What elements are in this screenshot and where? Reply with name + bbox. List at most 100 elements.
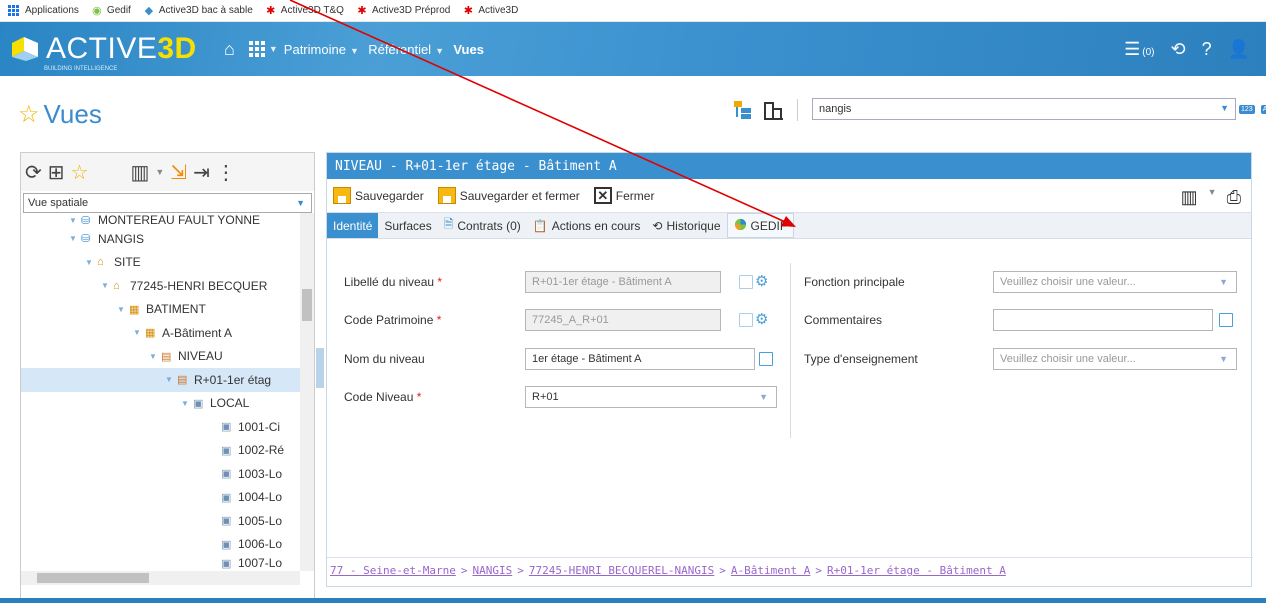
tree-node[interactable]: ▼ ▤ R+01-1er étag	[21, 368, 301, 392]
expand-toggle-icon[interactable]: ▼	[117, 305, 129, 314]
logo[interactable]: ACTIVE3D BUILDING INTELLIGENCE	[0, 32, 220, 72]
help-icon[interactable]: ?	[1202, 39, 1212, 60]
user-icon[interactable]: 👤	[1228, 39, 1250, 60]
chevron-down-icon[interactable]: ▼	[435, 46, 444, 56]
tree-node[interactable]: ▼ ⛁ MONTEREAU FAULT YONNE	[21, 213, 301, 227]
chevron-down-icon[interactable]: ▼	[1208, 187, 1217, 208]
tree-node[interactable]: ▣ 1007-Lo	[21, 556, 301, 570]
tree-node[interactable]: ▣ 1006-Lo	[21, 533, 301, 557]
chevron-down-icon[interactable]: ▼	[269, 44, 278, 54]
gear-icon[interactable]: ⚙	[755, 272, 768, 290]
tree-toolbar: ⟳ ⊞ ☆ ▥ ▼ ⇲ ⇥ ⋮	[21, 153, 314, 191]
edit-icon[interactable]	[759, 352, 773, 366]
import-icon[interactable]: ⇲	[170, 160, 187, 185]
tab-gedif[interactable]: GEDIF	[726, 213, 795, 238]
numeric-search-icon[interactable]: 123	[1239, 104, 1255, 114]
bookmark-item[interactable]: ◆ Active3D bac à sable	[143, 5, 253, 17]
collapse-panel-handle[interactable]	[316, 348, 324, 388]
favorite-star-icon[interactable]: ☆	[18, 100, 40, 129]
home-icon[interactable]: ⌂	[224, 39, 235, 60]
edit-icon[interactable]	[739, 313, 753, 327]
view-toggle	[733, 99, 798, 121]
refresh-icon[interactable]: ⟳	[25, 160, 42, 185]
cart-button[interactable]: ☰ (0)	[1124, 39, 1154, 60]
expand-toggle-icon[interactable]: ▼	[69, 216, 81, 225]
expand-toggle-icon[interactable]: ▼	[133, 328, 145, 337]
chevron-down-icon[interactable]: ▼	[350, 46, 359, 56]
menu-patrimoine[interactable]: Patrimoine	[284, 42, 346, 57]
type-enseignement-select[interactable]: Veuillez choisir une valeur... ▼	[993, 348, 1237, 370]
code-patrimoine-input[interactable]: 77245_A_R+01	[525, 309, 721, 331]
red-star-icon: ✱	[463, 5, 473, 17]
chevron-down-icon[interactable]: ▼	[296, 198, 305, 208]
tab-historique[interactable]: ⟲ Historique	[646, 213, 726, 238]
tree-node[interactable]: ▼ ⌂ SITE	[21, 251, 301, 275]
tree-node[interactable]: ▼ ▣ LOCAL	[21, 392, 301, 416]
code-niveau-select[interactable]: R+01 ▼	[525, 386, 777, 408]
building-view-icon[interactable]: ▥	[1181, 187, 1198, 208]
breadcrumb-link[interactable]: A-Bâtiment A	[731, 564, 810, 577]
bookmarks-bar: Applications ◉ Gedif ◆ Active3D bac à sable ✱…	[0, 0, 1266, 22]
print-icon[interactable]: ⎙	[1227, 187, 1241, 208]
nom-niveau-input[interactable]: 1er étage - Bâtiment A	[525, 348, 755, 370]
chevron-down-icon[interactable]: ▼	[155, 167, 164, 177]
breadcrumb-link[interactable]: NANGIS	[472, 564, 512, 577]
expand-toggle-icon[interactable]: ▼	[181, 399, 193, 408]
tree-node[interactable]: ▼ ⛁ NANGIS	[21, 227, 301, 251]
building-view-icon[interactable]	[763, 99, 785, 121]
tree-node[interactable]: ▣ 1004-Lo	[21, 486, 301, 510]
tree-scrollbar[interactable]	[300, 213, 314, 571]
more-icon[interactable]: ⋮	[216, 160, 236, 185]
tree-node[interactable]: ▣ 1001-Ci	[21, 415, 301, 439]
tab-actions[interactable]: 📋 Actions en cours	[527, 213, 647, 238]
bookmark-label: Active3D T&Q	[280, 5, 344, 16]
breadcrumb-link[interactable]: 77245-HENRI BECQUEREL-NANGIS	[529, 564, 714, 577]
tree-view-icon[interactable]	[733, 99, 755, 121]
search-input[interactable]: nangis ▼	[812, 98, 1236, 120]
expand-toggle-icon[interactable]: ▼	[165, 375, 177, 384]
favorite-star-icon[interactable]: ☆	[71, 160, 89, 185]
chevron-down-icon[interactable]: ▼	[1220, 103, 1229, 113]
tree-node[interactable]: ▼ ▤ NIVEAU	[21, 345, 301, 369]
expand-toggle-icon[interactable]: ▼	[149, 352, 161, 361]
edit-icon[interactable]	[739, 275, 753, 289]
tab-contrats[interactable]: 🗎 Contrats (0)	[438, 213, 527, 238]
tree-node[interactable]: ▣ 1005-Lo	[21, 509, 301, 533]
history-icon[interactable]: ⟲	[1170, 39, 1185, 60]
bookmark-item[interactable]: ✱ Active3D Préprod	[356, 5, 450, 17]
save-button[interactable]: Sauvegarder	[333, 187, 424, 204]
field-value: 77245_A_R+01	[532, 314, 609, 326]
expand-toggle-icon[interactable]: ▼	[69, 234, 81, 243]
text-search-icon[interactable]: AB	[1260, 104, 1266, 114]
bookmark-item[interactable]: Applications	[8, 5, 79, 16]
libelle-niveau-input[interactable]: R+01-1er étage - Bâtiment A	[525, 271, 721, 293]
expand-toggle-icon[interactable]: ▼	[85, 258, 97, 267]
gear-icon[interactable]: ⚙	[755, 310, 768, 328]
edit-icon[interactable]	[1219, 313, 1233, 327]
tree-node[interactable]: ▼ ▦ A-Bâtiment A	[21, 321, 301, 345]
tree-node[interactable]: ▣ 1002-Ré	[21, 439, 301, 463]
tree-scrollbar-horizontal[interactable]	[21, 571, 300, 585]
fonction-principale-select[interactable]: Veuillez choisir une valeur... ▼	[993, 271, 1237, 293]
expand-toggle-icon[interactable]: ▼	[101, 281, 113, 290]
view-select[interactable]: Vue spatiale ▼	[23, 193, 312, 213]
menu-referentiel[interactable]: Référentiel	[368, 42, 431, 57]
building-view-icon[interactable]: ▥	[130, 160, 149, 185]
tree-node[interactable]: ▼ ⌂ 77245-HENRI BECQUER	[21, 274, 301, 298]
menu-vues[interactable]: Vues	[453, 42, 484, 57]
breadcrumb-sep: >	[517, 564, 524, 577]
save-close-button[interactable]: Sauvegarder et fermer	[437, 187, 580, 204]
tab-identite[interactable]: Identité	[327, 213, 379, 238]
tree-node[interactable]: ▣ 1003-Lo	[21, 462, 301, 486]
export-icon[interactable]: ⇥	[193, 160, 210, 185]
close-button[interactable]: ✕ Fermer	[593, 187, 654, 204]
bookmark-item[interactable]: ✱ Active3D T&Q	[265, 5, 344, 17]
commentaires-input[interactable]	[993, 309, 1213, 331]
expand-all-icon[interactable]: ⊞	[48, 160, 65, 185]
breadcrumb-link[interactable]: R+01-1er étage - Bâtiment A	[827, 564, 1006, 577]
bookmark-item[interactable]: ✱ Active3D	[462, 5, 519, 17]
app-grid-icon[interactable]	[248, 41, 265, 57]
tree-node[interactable]: ▼ ▦ BATIMENT	[21, 298, 301, 322]
bookmark-item[interactable]: ◉ Gedif	[91, 5, 131, 17]
tab-surfaces[interactable]: Surfaces	[378, 213, 437, 238]
